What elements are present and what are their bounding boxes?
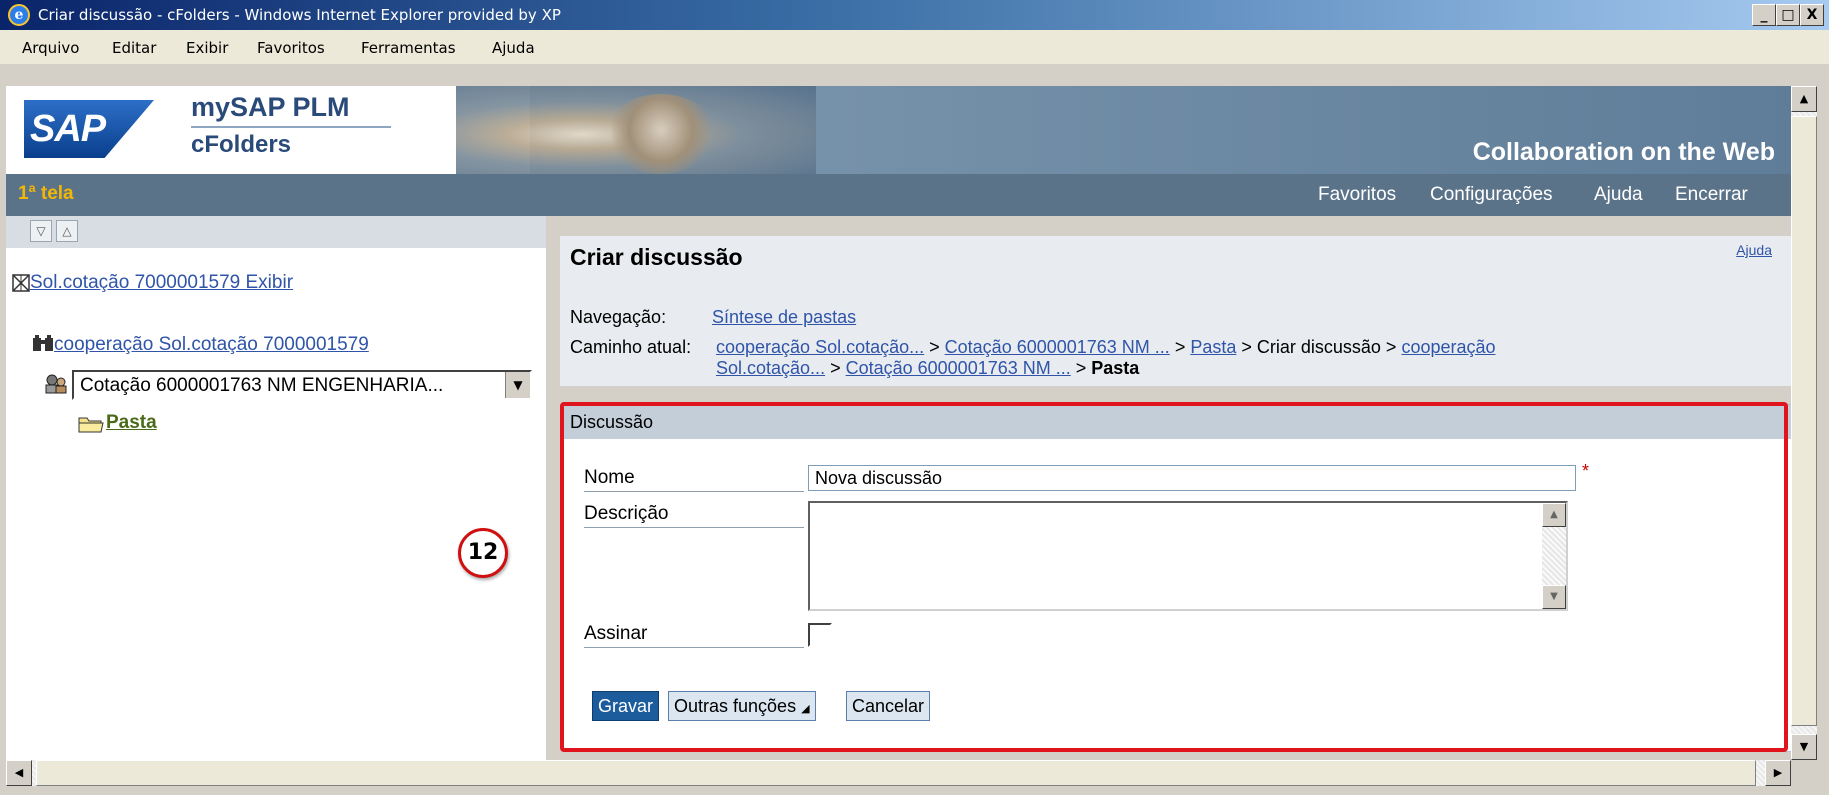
menu-exibir[interactable]: Exibir <box>186 39 228 57</box>
product-subname: cFolders <box>191 131 292 158</box>
step-number-badge: 12 <box>458 528 508 578</box>
breadcrumb-separator: > <box>825 358 846 378</box>
nav-ajuda[interactable]: Ajuda <box>1594 184 1643 206</box>
menu-favoritos[interactable]: Favoritos <box>257 39 325 57</box>
tree-toolbar: ▽ △ <box>6 216 546 248</box>
horizontal-scrollbar[interactable]: ◀ ▶ <box>6 760 1791 786</box>
breadcrumb-cooperation-2-cont[interactable]: Sol.cotação... <box>716 358 825 378</box>
menu-editar[interactable]: Editar <box>112 39 156 57</box>
screen-name: 1ª tela <box>18 183 74 204</box>
breadcrumb-quote-2[interactable]: Cotação 6000001763 NM ... <box>846 358 1071 378</box>
breadcrumb-separator: > <box>924 337 945 357</box>
collapse-all-icon[interactable]: △ <box>56 220 78 242</box>
header-logo-area: SAP mySAP PLM cFolders <box>6 86 530 174</box>
expand-all-icon[interactable]: ▽ <box>30 220 52 242</box>
navigation-label: Navegação: <box>570 307 667 327</box>
browser-frame <box>0 64 1829 86</box>
scroll-left-icon[interactable]: ◀ <box>6 760 32 786</box>
vertical-scrollbar[interactable]: ▲ ▼ <box>1791 86 1817 760</box>
cooperation-icon <box>33 335 53 351</box>
breadcrumb: cooperação Sol.cotação... > Cotação 6000… <box>716 337 1496 358</box>
portal-header: SAP mySAP PLM cFolders Collaboration on … <box>6 86 1791 174</box>
breadcrumb-current: Pasta <box>1091 358 1140 378</box>
quote-select[interactable]: Cotação 6000001763 NM ENGENHARIA... ▼ <box>72 370 532 400</box>
product-name: mySAP PLM <box>191 92 350 122</box>
header-photo-detail <box>606 94 716 174</box>
sap-logo: SAP <box>24 100 154 158</box>
nav-configuracoes[interactable]: Configurações <box>1430 184 1553 206</box>
close-button[interactable]: X <box>1800 4 1824 26</box>
grid-quote-icon <box>12 274 30 292</box>
horizontal-scroll-thumb[interactable] <box>36 760 1756 786</box>
nav-encerrar[interactable]: Encerrar <box>1675 184 1748 206</box>
partner-icon <box>45 374 67 394</box>
scroll-right-icon[interactable]: ▶ <box>1765 760 1791 786</box>
folder-overview-link[interactable]: Síntese de pastas <box>712 307 856 328</box>
breadcrumb-folder[interactable]: Pasta <box>1190 337 1236 357</box>
highlight-box <box>560 402 1788 752</box>
folder-icon <box>78 417 104 433</box>
navigation-tree-pane: ▽ △ Sol.cotação 7000001579 Exibir cooper… <box>6 216 546 760</box>
vertical-scroll-thumb[interactable] <box>1791 116 1817 726</box>
header-tagline: Collaboration on the Web <box>1472 138 1775 166</box>
breadcrumb-separator: > Criar discussão > <box>1236 337 1402 357</box>
tree-root-link[interactable]: Sol.cotação 7000001579 Exibir <box>30 272 293 294</box>
scroll-up-icon[interactable]: ▲ <box>1791 86 1817 112</box>
breadcrumb-quote[interactable]: Cotação 6000001763 NM ... <box>945 337 1170 357</box>
menu-bar: Arquivo Editar Exibir Favoritos Ferramen… <box>0 30 1829 65</box>
window-title-bar: e Criar discussão - cFolders - Windows I… <box>0 0 1829 30</box>
window-title: Criar discussão - cFolders - Windows Int… <box>38 6 561 24</box>
nav-favoritos[interactable]: Favoritos <box>1318 184 1396 206</box>
tree-folder-link[interactable]: Pasta <box>106 412 157 434</box>
breadcrumb-cooperation-2[interactable]: cooperação <box>1401 337 1495 357</box>
internet-explorer-icon: e <box>8 4 30 26</box>
page-title: Criar discussão <box>570 244 743 270</box>
menu-ferramentas[interactable]: Ferramentas <box>361 39 456 57</box>
quote-select-value: Cotação 6000001763 NM ENGENHARIA... <box>80 375 444 396</box>
current-path-label: Caminho atual: <box>570 337 692 357</box>
product-divider <box>191 126 391 128</box>
minimize-button[interactable]: _ <box>1752 4 1776 26</box>
breadcrumb-cooperation[interactable]: cooperação Sol.cotação... <box>716 337 924 357</box>
maximize-button[interactable]: □ <box>1776 4 1800 26</box>
breadcrumb-separator: > <box>1169 337 1191 357</box>
breadcrumb-separator: > <box>1070 358 1092 378</box>
chevron-down-icon[interactable]: ▼ <box>505 372 530 398</box>
tree-cooperation-link[interactable]: cooperação Sol.cotação 7000001579 <box>54 334 369 356</box>
breadcrumb-line-2: Sol.cotação... > Cotação 6000001763 NM .… <box>716 358 1139 379</box>
help-link[interactable]: Ajuda <box>1736 242 1772 258</box>
top-navigation-bar: 1ª tela Favoritos Configurações Ajuda En… <box>6 174 1791 216</box>
scroll-down-icon[interactable]: ▼ <box>1791 734 1817 760</box>
menu-arquivo[interactable]: Arquivo <box>22 39 79 57</box>
menu-ajuda[interactable]: Ajuda <box>492 39 535 57</box>
content-header: Criar discussão Ajuda Navegação: Síntese… <box>560 236 1792 386</box>
